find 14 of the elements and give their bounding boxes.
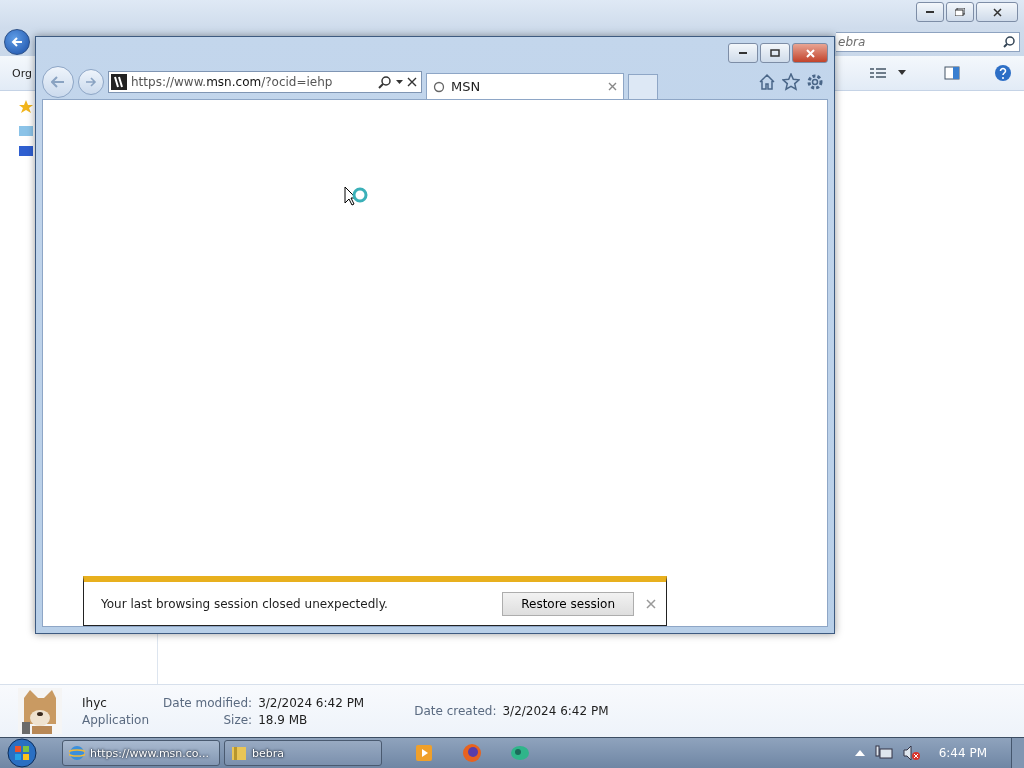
- property-label: Size:: [222, 712, 253, 727]
- browser-tab[interactable]: MSN: [426, 73, 624, 99]
- address-field[interactable]: https://www.msn.com/?ocid=iehp: [108, 71, 422, 93]
- property-label: Date modified:: [163, 695, 253, 710]
- property-value: 3/2/2024 6:42 PM: [258, 695, 365, 710]
- property-label: Date created:: [414, 704, 497, 718]
- search-field[interactable]: ebra: [836, 32, 1020, 52]
- restore-session-button[interactable]: Restore session: [502, 591, 634, 616]
- file-type: Application: [82, 712, 150, 727]
- property-value: 18.9 MB: [258, 712, 309, 727]
- file-name: Ihyc: [82, 695, 108, 710]
- organize-menu[interactable]: Org: [12, 66, 32, 80]
- property-value: 3/2/2024 6:42 PM: [502, 704, 609, 718]
- notification-message: Your last browsing session closed unexpectedly.: [101, 596, 389, 611]
